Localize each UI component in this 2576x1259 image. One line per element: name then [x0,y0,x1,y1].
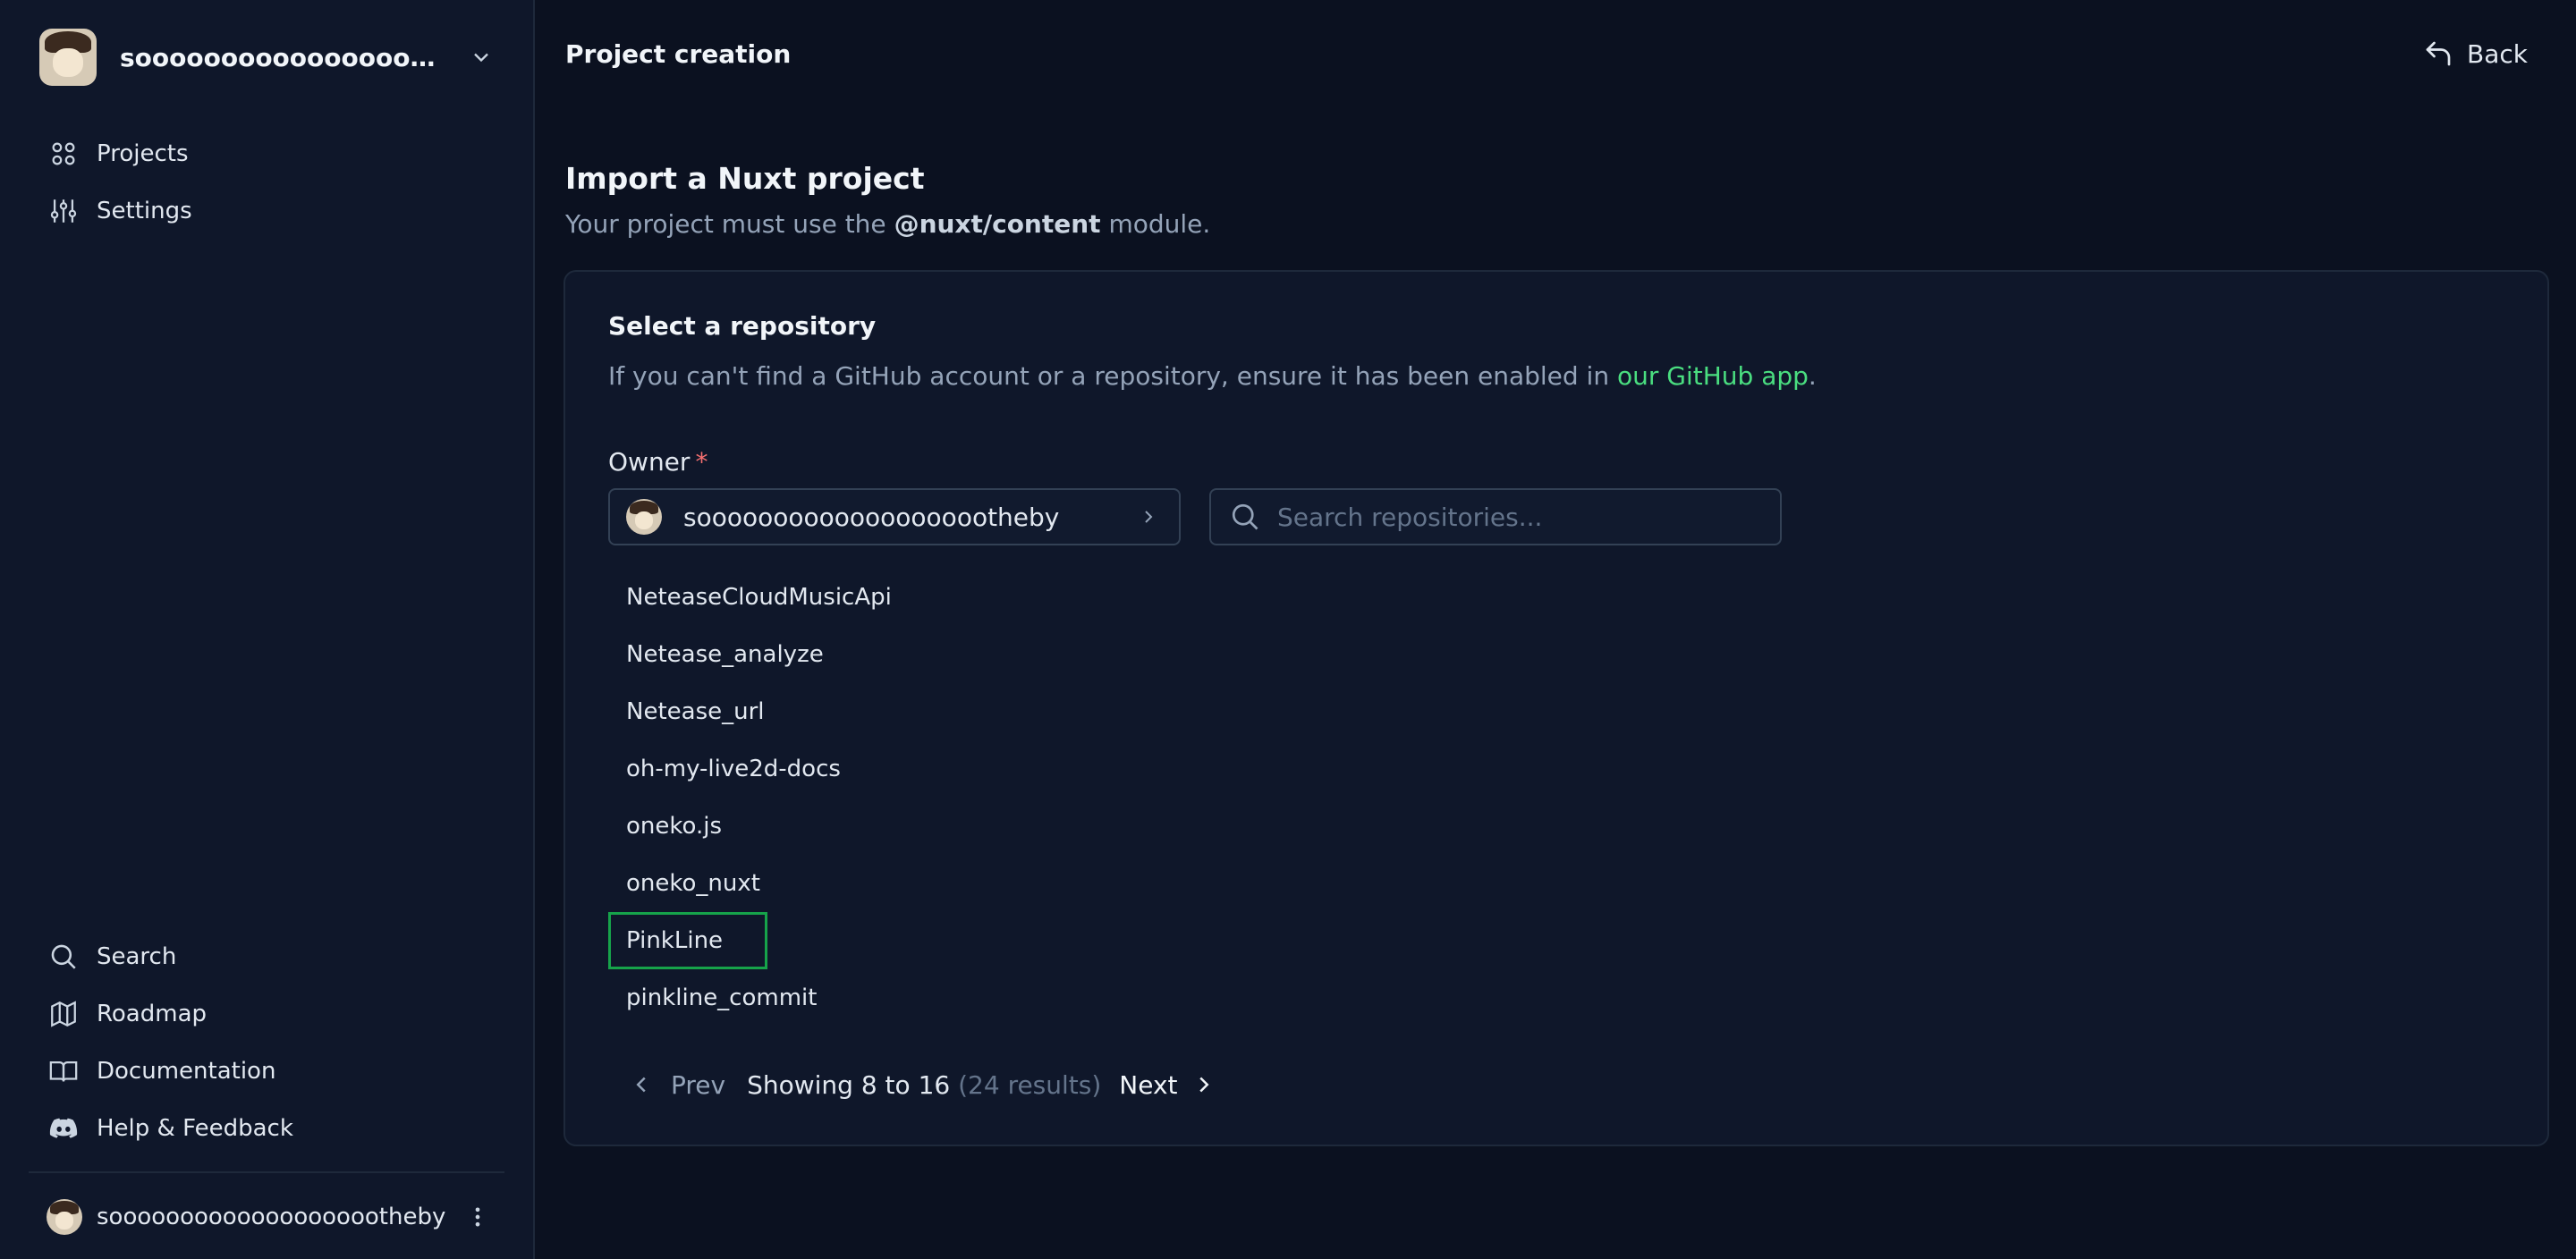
more-vertical-icon[interactable] [465,1201,490,1233]
results-count: (24 results) [958,1069,1102,1100]
user-menu[interactable]: soooooooooooooooooootheby [47,1195,494,1239]
chevron-down-icon [474,53,488,63]
prev-label: Prev [671,1069,726,1100]
next-label: Next [1119,1069,1178,1100]
sidebar-item-label: Help & Feedback [97,1115,293,1142]
sidebar-item-documentation[interactable]: Documentation [0,1043,533,1100]
undo-arrow-icon [2426,41,2451,66]
search-icon [51,944,76,969]
sidebar-item-label: Search [97,943,177,970]
grid-icon [52,142,75,165]
list-item[interactable]: oneko_nuxt [608,855,805,912]
list-item[interactable]: Netease_analyze [608,626,869,683]
chevron-left-icon [636,1077,646,1093]
chevron-right-icon [1145,511,1153,523]
github-app-link[interactable]: our GitHub app [1617,361,1809,391]
prev-button[interactable]: Prev [628,1070,725,1100]
team-avatar [39,29,97,86]
list-item[interactable]: oh-my-live2d-docs [608,740,886,798]
page-title: Project creation [565,39,792,69]
list-item[interactable]: pinkline_commit [608,969,861,1027]
chevron-right-icon [1199,1077,1209,1093]
user-name: soooooooooooooooooootheby [97,1204,446,1230]
team-name: soooooooooooooooooootheby [120,42,451,72]
discord-icon [49,1118,78,1138]
team-switcher[interactable]: soooooooooooooooooootheby [0,0,533,86]
search-repositories[interactable] [1209,488,1782,545]
sidebar-item-settings[interactable]: Settings [0,182,533,240]
sidebar-item-roadmap[interactable]: Roadmap [0,985,533,1043]
list-item-highlighted[interactable]: PinkLine [608,912,768,969]
card-description: If you can't find a GitHub account or a … [608,361,1817,391]
owner-value: soooooooooooooooooootheby [683,502,1060,532]
sliders-icon [50,199,77,223]
card-title: Select a repository [608,311,877,341]
primary-nav: Projects Settings [0,125,533,240]
sidebar-item-search[interactable]: Search [0,928,533,985]
book-icon [49,1060,78,1082]
divider [29,1171,504,1173]
search-input[interactable] [1277,502,1760,532]
module-name: @nuxt/content [894,209,1101,239]
avatar [626,499,662,535]
sidebar: soooooooooooooooooootheby Projects Setti… [0,0,535,1259]
sidebar-item-label: Roadmap [97,1001,208,1027]
list-item[interactable]: NeteaseCloudMusicApi [608,569,936,626]
section-title: Import a Nuxt project [565,161,925,196]
sidebar-item-projects[interactable]: Projects [0,125,533,182]
search-icon [1232,503,1258,530]
list-item[interactable]: oneko.js [608,798,767,855]
sidebar-item-help-feedback[interactable]: Help & Feedback [0,1100,533,1157]
owner-label: Owner * [608,447,708,477]
page-header: Project creation Back [565,39,2540,75]
back-button[interactable]: Back [2422,38,2528,70]
list-item[interactable]: Netease_url [608,683,809,740]
sidebar-item-label: Settings [97,198,192,224]
owner-select[interactable]: soooooooooooooooooootheby [608,488,1181,545]
secondary-nav: Search Roadmap Documentation Help & Feed… [0,928,533,1157]
back-label: Back [2467,38,2528,69]
next-button[interactable]: Next [1119,1070,1216,1100]
section-description: Your project must use the @nuxt/content … [565,209,1211,239]
sidebar-item-label: Projects [97,140,189,167]
main-content: Project creation Back Import a Nuxt proj… [535,0,2576,1259]
repository-list: NeteaseCloudMusicApi Netease_analyze Net… [608,569,1503,1027]
avatar [47,1199,82,1235]
repository-card: Select a repository If you can't find a … [564,270,2549,1146]
sidebar-item-label: Documentation [97,1058,276,1085]
pagination: Prev Showing 8 to 16 (24 results) Next [628,1062,1217,1107]
required-marker: * [695,447,708,477]
pagination-status: Showing 8 to 16 (24 results) [747,1069,1102,1100]
map-icon [51,1001,76,1027]
